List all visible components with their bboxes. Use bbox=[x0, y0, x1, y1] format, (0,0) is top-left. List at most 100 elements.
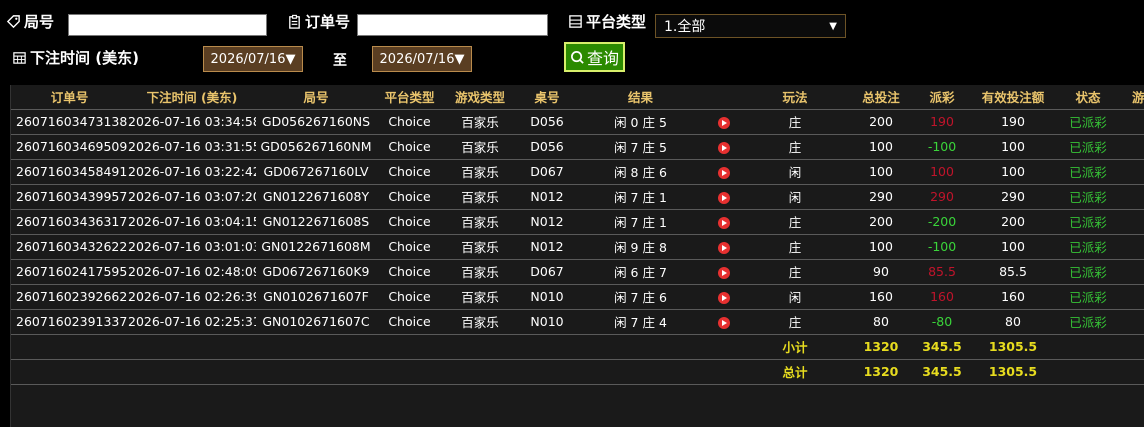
game-type-cell: 百家乐 bbox=[443, 283, 517, 309]
total-bet-cell: 200 bbox=[846, 108, 916, 134]
platform-selected-value: 1.全部 bbox=[664, 19, 706, 35]
query-button[interactable]: 查询 bbox=[564, 42, 625, 72]
result-video-cell[interactable] bbox=[704, 108, 744, 134]
play-icon[interactable] bbox=[718, 141, 730, 154]
bureau-label-text: 局号 bbox=[24, 13, 55, 31]
order-number-cell: 260716034326229 bbox=[11, 233, 128, 259]
subtotal-label: 小计 bbox=[744, 333, 846, 359]
column-header: 派彩 bbox=[916, 85, 968, 109]
bet-time-cell: 2026-07-16 03:22:42 bbox=[128, 158, 256, 184]
payout-cell: -100 bbox=[916, 233, 968, 259]
order-number-cell: 260716034399574 bbox=[11, 183, 128, 209]
subtotal-total-bet: 1320 bbox=[846, 333, 916, 359]
platform-cell: Choice bbox=[376, 233, 443, 259]
game-type-cell: 百家乐 bbox=[443, 158, 517, 184]
result-cell: 闲 7 庄 1 bbox=[577, 183, 704, 209]
game-extra-cell bbox=[1118, 233, 1144, 259]
game-type-cell: 百家乐 bbox=[443, 133, 517, 159]
valid-bet-cell: 200 bbox=[968, 208, 1058, 234]
table-row: 260716024175952 2026-07-16 02:48:09 GD0672… bbox=[11, 258, 1144, 284]
total-valid-bet: 1305.5 bbox=[968, 358, 1058, 385]
play-icon[interactable] bbox=[718, 266, 730, 279]
bet-time-cell: 2026-07-16 03:31:55 bbox=[128, 133, 256, 159]
total-payout: 345.5 bbox=[916, 358, 968, 385]
date-to-picker[interactable]: 2026/07/16▼ bbox=[372, 46, 472, 72]
status-cell: 已派彩 bbox=[1058, 258, 1118, 284]
play-icon[interactable] bbox=[718, 166, 730, 179]
bureau-number-cell: GD056267160NM bbox=[256, 133, 376, 159]
orders-table: 订单号 下注时间 (美东) 局号 平台类型 游戏类型 桌号 结果 玩法 总投注 … bbox=[11, 85, 1144, 385]
result-cell: 闲 8 庄 6 bbox=[577, 158, 704, 184]
play-icon[interactable] bbox=[718, 216, 730, 229]
total-total-bet: 1320 bbox=[846, 358, 916, 385]
table-row: 260716023913373 2026-07-16 02:25:31 GN0102… bbox=[11, 308, 1144, 334]
status-cell: 已派彩 bbox=[1058, 283, 1118, 309]
valid-bet-cell: 290 bbox=[968, 183, 1058, 209]
bet-time-filter-label: 下注时间 (美东) bbox=[12, 47, 139, 68]
query-button-label: 查询 bbox=[586, 49, 619, 68]
platform-cell: Choice bbox=[376, 308, 443, 334]
column-header: 游戏类型 bbox=[443, 85, 517, 109]
table-row: 260716034399574 2026-07-16 03:07:20 GN0122… bbox=[11, 183, 1144, 209]
table-row: 260716034584910 2026-07-16 03:22:42 GD0672… bbox=[11, 158, 1144, 184]
game-type-cell: 百家乐 bbox=[443, 108, 517, 134]
table-number-cell: N012 bbox=[517, 233, 577, 259]
column-header bbox=[704, 85, 744, 109]
payout-cell: 100 bbox=[916, 158, 968, 184]
result-video-cell[interactable] bbox=[704, 308, 744, 334]
platform-cell: Choice bbox=[376, 258, 443, 284]
play-icon[interactable] bbox=[718, 241, 730, 254]
play-icon[interactable] bbox=[718, 116, 730, 129]
play-icon[interactable] bbox=[718, 316, 730, 329]
valid-bet-cell: 85.5 bbox=[968, 258, 1058, 284]
column-header: 状态 bbox=[1058, 85, 1118, 109]
payout-cell: -80 bbox=[916, 308, 968, 334]
game-type-cell: 百家乐 bbox=[443, 183, 517, 209]
bet-time-cell: 2026-07-16 02:25:31 bbox=[128, 308, 256, 334]
result-video-cell[interactable] bbox=[704, 233, 744, 259]
result-video-cell[interactable] bbox=[704, 283, 744, 309]
game-extra-cell bbox=[1118, 308, 1144, 334]
bet-time-cell: 2026-07-16 03:04:15 bbox=[128, 208, 256, 234]
game-extra-cell bbox=[1118, 283, 1144, 309]
result-cell: 闲 7 庄 5 bbox=[577, 133, 704, 159]
result-video-cell[interactable] bbox=[704, 208, 744, 234]
game-extra-cell bbox=[1118, 208, 1144, 234]
result-cell: 闲 0 庄 5 bbox=[577, 108, 704, 134]
platform-type-select[interactable]: 1.全部 ▼ bbox=[655, 14, 846, 38]
platform-cell: Choice bbox=[376, 183, 443, 209]
table-header-row: 订单号 下注时间 (美东) 局号 平台类型 游戏类型 桌号 结果 玩法 总投注 … bbox=[11, 85, 1144, 109]
valid-bet-cell: 100 bbox=[968, 158, 1058, 184]
table-number-cell: N012 bbox=[517, 208, 577, 234]
bet-time-cell: 2026-07-16 03:07:20 bbox=[128, 183, 256, 209]
result-video-cell[interactable] bbox=[704, 133, 744, 159]
bet-time-cell: 2026-07-16 02:48:09 bbox=[128, 258, 256, 284]
result-video-cell[interactable] bbox=[704, 258, 744, 284]
bureau-number-cell: GN0122671608S bbox=[256, 208, 376, 234]
subtotal-row: 小计 1320 345.5 1305.5 bbox=[11, 333, 1144, 359]
bureau-filter-label: 局号 bbox=[6, 11, 54, 32]
order-number-cell: 260716034363170 bbox=[11, 208, 128, 234]
platform-cell: Choice bbox=[376, 108, 443, 134]
valid-bet-cell: 190 bbox=[968, 108, 1058, 134]
table-row: 260716034695097 2026-07-16 03:31:55 GD0562… bbox=[11, 133, 1144, 159]
result-video-cell[interactable] bbox=[704, 158, 744, 184]
status-cell: 已派彩 bbox=[1058, 183, 1118, 209]
bet-type-cell: 庄 bbox=[744, 258, 846, 284]
play-icon[interactable] bbox=[718, 191, 730, 204]
total-bet-cell: 100 bbox=[846, 133, 916, 159]
date-from-picker[interactable]: 2026/07/16▼ bbox=[203, 46, 303, 72]
filter-bar: 局号 订单号 平台类型 1.全部 ▼ 下注时间 (美东) 2026/07/16▼… bbox=[0, 0, 1144, 84]
total-bet-cell: 200 bbox=[846, 208, 916, 234]
table-number-cell: N010 bbox=[517, 308, 577, 334]
order-number-input[interactable] bbox=[357, 14, 548, 36]
bureau-number-cell: GN0122671608M bbox=[256, 233, 376, 259]
result-video-cell[interactable] bbox=[704, 183, 744, 209]
order-number-cell: 260716034695097 bbox=[11, 133, 128, 159]
bureau-number-cell: GD067267160K9 bbox=[256, 258, 376, 284]
column-header: 结果 bbox=[577, 85, 704, 109]
column-header: 下注时间 (美东) bbox=[128, 85, 256, 109]
play-icon[interactable] bbox=[718, 291, 730, 304]
bureau-input[interactable] bbox=[68, 14, 267, 36]
valid-bet-cell: 100 bbox=[968, 133, 1058, 159]
